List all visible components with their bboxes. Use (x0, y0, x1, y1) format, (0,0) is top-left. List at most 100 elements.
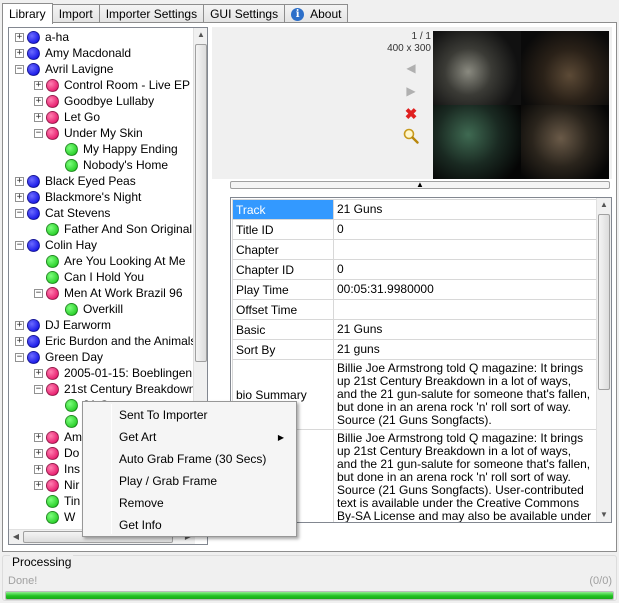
menu-item-play-grab-frame[interactable]: Play / Grab Frame (85, 470, 294, 492)
tree-item[interactable]: Are You Looking At Me (34, 253, 185, 269)
tree-item-label: DJ Earworm (45, 318, 112, 332)
tree-item[interactable]: Overkill (53, 301, 123, 317)
properties-vertical-scrollbar[interactable]: ▲ ▼ (596, 198, 611, 522)
tree-item[interactable]: +2005-01-15: Boeblingen, (34, 365, 195, 381)
scroll-up-arrow-icon[interactable]: ▲ (194, 28, 207, 42)
tree-item[interactable]: + Ins (34, 461, 80, 477)
collapse-icon[interactable]: − (15, 240, 24, 250)
tab-library[interactable]: Library (2, 3, 53, 24)
collapse-icon[interactable]: − (34, 288, 43, 298)
previous-art-icon[interactable]: ◀ (403, 60, 419, 76)
tree-item[interactable]: − Under My Skin (34, 125, 143, 141)
tree-item[interactable]: + DJ Earworm (15, 317, 111, 333)
tree-item[interactable]: + a-ha (15, 29, 69, 45)
tree-item[interactable]: + Goodbye Lullaby (34, 93, 154, 109)
tree-item[interactable]: Nobody's Home (53, 157, 168, 173)
tree-item[interactable]: + Am (34, 429, 82, 445)
tree-item[interactable]: Father And Son Original (34, 221, 192, 237)
expand-icon[interactable]: + (15, 192, 24, 202)
scroll-thumb[interactable] (598, 214, 610, 390)
expand-icon[interactable]: + (15, 176, 24, 186)
collapse-icon[interactable]: − (34, 384, 43, 394)
collapse-icon[interactable]: − (15, 64, 24, 74)
menu-item-remove[interactable]: Remove (85, 492, 294, 514)
property-row[interactable]: Play Time 00:05:31.9980000 (232, 279, 597, 300)
submenu-arrow-icon: ▶ (277, 432, 284, 442)
property-row[interactable]: Track 21 Guns (232, 199, 597, 220)
tree-item[interactable]: − 21st Century Breakdown (34, 381, 195, 397)
property-row[interactable]: Basic 21 Guns (232, 319, 597, 340)
property-row[interactable]: Sort By 21 guns (232, 339, 597, 360)
zoom-art-icon[interactable] (403, 128, 419, 144)
expand-icon[interactable]: + (34, 432, 43, 442)
scroll-down-arrow-icon[interactable]: ▼ (597, 508, 611, 522)
menu-item-get-art[interactable]: Get Art ▶ (85, 426, 294, 448)
tree-item[interactable]: − Colin Hay (15, 237, 97, 253)
expand-icon[interactable]: + (34, 464, 43, 474)
property-row[interactable]: Offset Time (232, 299, 597, 320)
next-art-icon[interactable]: ▶ (403, 83, 419, 99)
tab-label: About (310, 7, 342, 21)
property-value[interactable] (333, 299, 597, 320)
tree-item[interactable]: My Happy Ending (53, 141, 178, 157)
blue-status-dot-icon (27, 334, 40, 348)
property-value[interactable]: 21 Guns (333, 319, 597, 340)
expand-icon[interactable]: + (34, 448, 43, 458)
property-row[interactable]: Chapter ID 0 (232, 259, 597, 280)
scroll-left-arrow-icon[interactable]: ◀ (9, 530, 23, 544)
tree-item[interactable]: + Eric Burdon and the Animals (15, 333, 196, 349)
tab-importer-settings[interactable]: Importer Settings (98, 4, 205, 23)
tree-item[interactable]: + Let Go (34, 109, 100, 125)
property-row[interactable]: Chapter (232, 239, 597, 260)
tab-import[interactable]: Import (51, 4, 100, 23)
property-value[interactable]: 21 Guns (333, 199, 597, 220)
menu-item-get-info[interactable]: Get Info (85, 514, 294, 536)
expand-icon[interactable]: + (34, 112, 43, 122)
tree-item[interactable]: + Blackmore's Night (15, 189, 141, 205)
expand-icon[interactable]: + (15, 320, 24, 330)
property-key: Offset Time (232, 299, 334, 320)
property-value[interactable] (333, 239, 597, 260)
panel-splitter[interactable]: ▲ (230, 181, 610, 189)
scroll-thumb[interactable] (195, 44, 207, 362)
blue-status-dot-icon (27, 30, 40, 44)
tree-item[interactable]: + Control Room - Live EP (34, 77, 190, 93)
property-value[interactable]: 21 guns (333, 339, 597, 360)
property-value[interactable]: 0 (333, 259, 597, 280)
expand-icon[interactable]: + (34, 96, 43, 106)
expand-icon[interactable]: + (15, 336, 24, 346)
tab-about[interactable]: i About (284, 4, 349, 23)
expand-icon[interactable]: + (34, 368, 43, 378)
collapse-icon[interactable]: − (34, 128, 43, 138)
tree-item[interactable]: W (34, 509, 75, 525)
tree-item[interactable]: + Black Eyed Peas (15, 173, 136, 189)
processing-title: Processing (10, 555, 74, 569)
tree-item[interactable]: + Do (34, 445, 79, 461)
tree-item[interactable]: − Cat Stevens (15, 205, 110, 221)
expand-icon[interactable]: + (15, 48, 24, 58)
property-value[interactable]: 00:05:31.9980000 (333, 279, 597, 300)
tree-item[interactable]: + Amy Macdonald (15, 45, 131, 61)
expand-icon[interactable]: + (34, 480, 43, 490)
menu-item-sent-to-importer[interactable]: Sent To Importer (85, 404, 294, 426)
tab-gui-settings[interactable]: GUI Settings (203, 4, 286, 23)
tree-item[interactable]: + Nir (34, 477, 79, 493)
expand-icon[interactable]: + (34, 80, 43, 90)
collapse-icon[interactable]: − (15, 208, 24, 218)
delete-art-icon[interactable]: ✖ (403, 106, 419, 123)
property-row[interactable]: Title ID 0 (232, 219, 597, 240)
tree-item[interactable]: Tin (34, 493, 80, 509)
collapse-icon[interactable]: − (15, 352, 24, 362)
tree-item[interactable]: Can I Hold You (34, 269, 144, 285)
tree-item[interactable]: − Green Day (15, 349, 103, 365)
tree-item[interactable]: − Avril Lavigne (15, 61, 113, 77)
property-value[interactable]: 0 (333, 219, 597, 240)
expand-icon[interactable]: + (15, 32, 24, 42)
tree-item[interactable]: − Men At Work Brazil 96 (34, 285, 183, 301)
tree-item-label: Nir (64, 478, 80, 492)
scroll-up-arrow-icon[interactable]: ▲ (597, 198, 611, 212)
menu-item-auto-grab-frame[interactable]: Auto Grab Frame (30 Secs) (85, 448, 294, 470)
tree-item[interactable] (53, 413, 83, 429)
property-value[interactable]: Billie Joe Armstrong told Q magazine: It… (333, 359, 597, 430)
property-value[interactable]: Billie Joe Armstrong told Q magazine: It… (333, 429, 597, 522)
